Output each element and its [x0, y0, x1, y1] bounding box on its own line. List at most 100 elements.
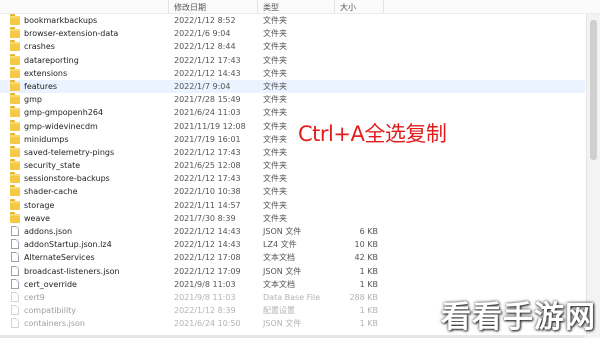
column-header-type[interactable]: 类型: [263, 2, 279, 13]
file-icon: [11, 291, 19, 302]
folder-icon: [10, 14, 20, 25]
column-header-date[interactable]: 修改日期: [174, 2, 206, 13]
file-icon: [11, 226, 19, 236]
file-size: 1 KB: [359, 266, 378, 276]
folder-row[interactable]: features 2022/1/7 9:04 文件夹: [0, 79, 585, 94]
watermark-logo: 看看手游网: [441, 300, 596, 335]
column-divider[interactable]: [257, 0, 258, 13]
file-type: 文件夹: [263, 42, 287, 52]
file-type: 文件夹: [263, 134, 287, 144]
folder-row[interactable]: saved-telemetry-pings 2022/1/12 17:43 文件夹: [0, 145, 585, 159]
file-size: 42 KB: [354, 253, 378, 263]
file-type: 文件夹: [263, 174, 287, 184]
folder-row[interactable]: minidumps 2021/7/19 16:01 文件夹: [0, 132, 585, 146]
file-type: 文件夹: [263, 68, 287, 78]
modified-date: 2022/1/12 8:52: [174, 16, 236, 25]
folder-row[interactable]: gmp 2021/7/28 15:49 文件夹: [0, 93, 585, 106]
file-type: JSON 文件: [263, 319, 302, 329]
overlay-caption: Ctrl+A全选复制: [298, 122, 447, 146]
file-icon: [11, 265, 19, 276]
file-row[interactable]: addons.json 2022/1/12 14:43 JSON 文件 6 KB: [0, 225, 585, 238]
file-row[interactable]: AlternateServices 2022/1/12 17:08 文本文档 42 K…: [0, 251, 585, 264]
column-header-size[interactable]: 大小: [340, 2, 356, 13]
modified-date: 2022/1/12 17:08: [174, 253, 241, 263]
folder-row[interactable]: security_state 2021/6/25 12:08 文件夹: [0, 159, 585, 172]
folder-row[interactable]: sessionstore-backups 2022/1/12 17:43 文件夹: [0, 172, 585, 185]
folder-icon: [10, 106, 20, 118]
folder-icon: [10, 159, 20, 171]
file-type: 文本文档: [263, 279, 295, 289]
file-row[interactable]: addonStartup.json.lz4 2022/1/12 14:43 LZ4 …: [0, 238, 585, 251]
folder-icon: [10, 145, 20, 157]
file-name: storage: [24, 200, 55, 210]
modified-date: 2022/1/12 17:09: [174, 266, 241, 276]
folder-row[interactable]: gmp-widevinecdm 2021/11/19 12:08 文件夹: [0, 119, 585, 133]
file-name: datareporting: [24, 55, 79, 65]
file-icon: [11, 305, 19, 316]
file-name: features: [24, 81, 58, 91]
folder-row[interactable]: bookmarkbackups 2022/1/12 8:52 文件夹: [0, 14, 585, 27]
file-icon: [11, 239, 19, 250]
modified-date: 2021/7/30 8:39: [174, 213, 236, 223]
file-icon: [11, 278, 19, 289]
file-type: 文件夹: [263, 55, 287, 65]
folder-row[interactable]: browser-extension-data 2022/1/6 9:04 文件夹: [0, 27, 585, 40]
file-type: 文件夹: [263, 29, 287, 39]
folder-icon: [10, 198, 20, 210]
file-name: gmp: [24, 95, 42, 105]
file-row[interactable]: broadcast-listeners.json 2022/1/12 17:09 J…: [0, 265, 585, 278]
column-divider[interactable]: [334, 0, 335, 13]
file-name: crashes: [24, 42, 55, 52]
vertical-scrollbar[interactable]: [586, 14, 600, 338]
file-name: security_state: [24, 161, 81, 171]
modified-date: 2022/1/11 14:57: [174, 200, 241, 210]
modified-date: 2021/7/19 16:01: [174, 134, 241, 144]
file-name: cert_override: [24, 279, 77, 289]
file-size: 1 KB: [359, 319, 378, 329]
file-type: 文件夹: [263, 81, 287, 91]
folder-row[interactable]: crashes 2022/1/12 8:44 文件夹: [0, 40, 585, 53]
folder-icon: [10, 185, 20, 197]
column-divider[interactable]: [168, 0, 169, 13]
file-type: 文件夹: [263, 161, 287, 171]
folder-row[interactable]: storage 2022/1/11 14:57 文件夹: [0, 198, 585, 212]
modified-date: 2021/7/28 15:49: [174, 95, 241, 105]
file-name: weave: [24, 213, 51, 223]
modified-date: 2022/1/12 8:44: [174, 42, 236, 52]
folder-icon: [10, 172, 20, 184]
folder-row[interactable]: shader-cache 2022/1/10 10:38 文件夹: [0, 185, 585, 198]
file-icon: [11, 252, 19, 263]
file-icon: [11, 318, 19, 329]
modified-date: 2022/1/12 8:39: [174, 306, 236, 316]
modified-date: 2022/1/7 9:04: [174, 81, 231, 91]
folder-row[interactable]: extensions 2022/1/12 14:43 文件夹: [0, 66, 585, 80]
file-type: 文件夹: [263, 213, 287, 223]
file-name: minidumps: [24, 134, 69, 144]
folder-row[interactable]: gmp-gmpopenh264 2021/6/24 11:03 文件夹: [0, 106, 585, 119]
file-name: extensions: [24, 68, 68, 78]
modified-date: 2021/6/24 10:50: [174, 319, 241, 329]
file-type: 配置设置: [263, 306, 295, 316]
folder-icon: [10, 119, 20, 131]
modified-date: 2022/1/12 14:43: [174, 68, 241, 78]
folder-icon: [10, 40, 20, 52]
file-type: 文件夹: [263, 108, 287, 118]
column-divider[interactable]: [383, 0, 384, 13]
folder-row[interactable]: datareporting 2022/1/12 17:43 文件夹: [0, 53, 585, 67]
file-type: LZ4 文件: [263, 240, 297, 250]
file-name: addonStartup.json.lz4: [24, 240, 112, 250]
scrollbar-thumb[interactable]: [590, 20, 597, 160]
file-type: 文本文档: [263, 253, 295, 263]
file-name: sessionstore-backups: [24, 174, 110, 184]
file-name: cert9: [24, 292, 45, 302]
column-header-bar: 修改日期 类型 大小: [0, 0, 600, 14]
folder-icon: [10, 132, 20, 144]
modified-date: 2021/11/19 12:08: [174, 121, 246, 131]
file-type: 文件夹: [263, 121, 287, 131]
folder-icon: [10, 93, 20, 105]
folder-row[interactable]: weave 2021/7/30 8:39 文件夹: [0, 211, 585, 225]
file-row[interactable]: cert_override 2021/9/8 11:03 文本文档 1 KB: [0, 278, 585, 291]
file-name: containers.json: [24, 319, 85, 329]
file-size: 10 KB: [354, 240, 378, 250]
folder-icon: [10, 53, 20, 65]
